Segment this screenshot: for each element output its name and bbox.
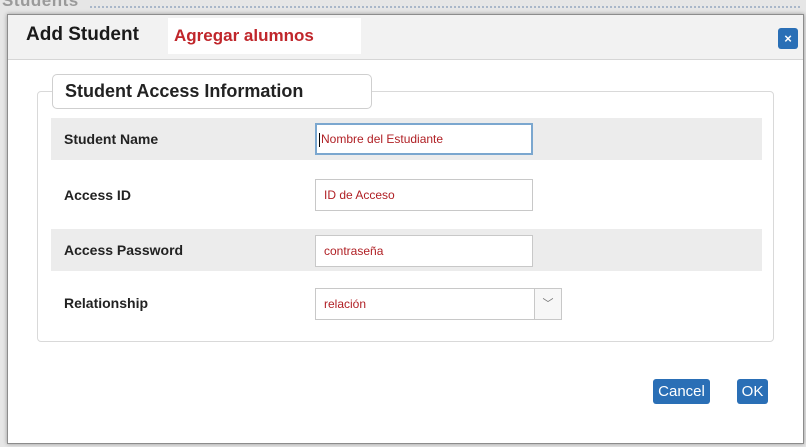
student-name-label: Student Name xyxy=(64,131,159,147)
access-password-row: Access Password contraseña xyxy=(51,229,762,271)
student-name-row: Student Name Nombre del Estudiante xyxy=(51,118,762,160)
cancel-button[interactable]: Cancel xyxy=(653,379,710,404)
relationship-row: Relationship relación ﹀ xyxy=(51,282,762,324)
access-password-input[interactable]: contraseña xyxy=(315,235,533,267)
access-id-value: ID de Acceso xyxy=(324,188,395,202)
access-password-value: contraseña xyxy=(324,244,384,258)
relationship-value: relación xyxy=(324,297,367,311)
close-icon: × xyxy=(784,31,792,46)
section-title: Student Access Information xyxy=(52,74,372,109)
student-name-input[interactable]: Nombre del Estudiante xyxy=(315,123,533,155)
background-page-title: Students xyxy=(2,0,79,10)
student-name-value: Nombre del Estudiante xyxy=(321,132,444,146)
dialog-title: Add Student xyxy=(26,24,139,45)
dialog-header: Add Student Agregar alumnos × xyxy=(8,15,803,60)
text-caret xyxy=(319,132,320,147)
chevron-down-icon[interactable]: ﹀ xyxy=(534,289,561,319)
ok-button[interactable]: OK xyxy=(737,379,768,404)
access-id-input[interactable]: ID de Acceso xyxy=(315,179,533,211)
relationship-select[interactable]: relación ﹀ xyxy=(315,288,562,320)
background-divider xyxy=(90,6,800,8)
dialog-title-translation: Agregar alumnos xyxy=(168,18,361,54)
access-id-row: Access ID ID de Acceso xyxy=(51,174,762,216)
relationship-label: Relationship xyxy=(64,295,149,311)
close-button[interactable]: × xyxy=(778,28,798,49)
access-password-label: Access Password xyxy=(64,242,184,258)
access-id-label: Access ID xyxy=(64,187,131,203)
